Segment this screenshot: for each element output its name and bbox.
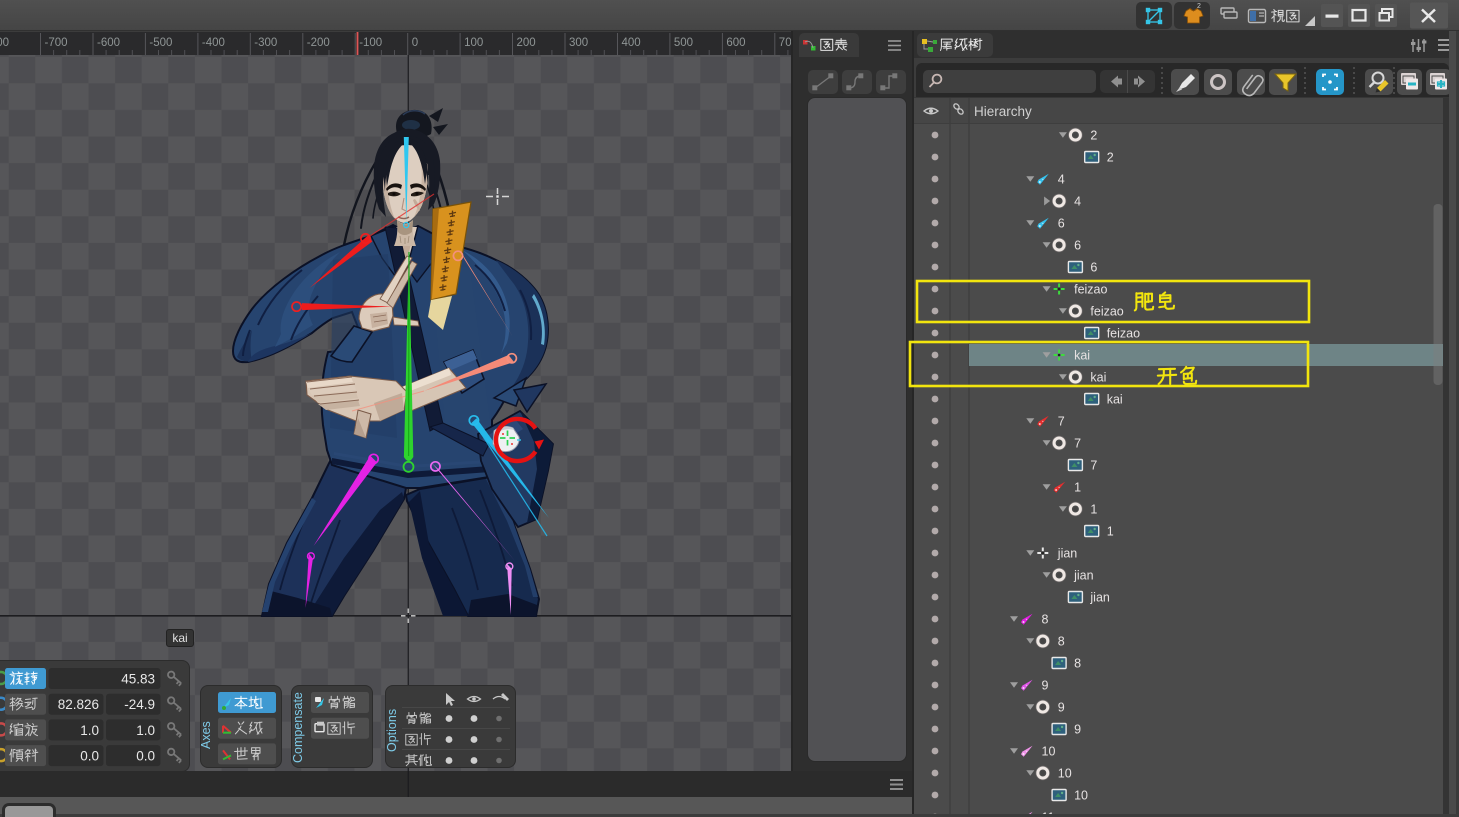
svg-text:-300: -300 [254,37,277,49]
svg-text:jian: jian [1073,569,1094,583]
svg-text:jian: jian [1057,547,1078,561]
svg-text:-500: -500 [149,37,172,49]
svg-text:2: 2 [1107,151,1114,165]
svg-text:-600: -600 [97,37,120,49]
svg-text:200: 200 [517,37,536,49]
svg-text:7: 7 [1090,459,1097,473]
svg-text:0.0: 0.0 [80,749,99,764]
svg-text:9: 9 [1058,701,1065,715]
svg-text:kai: kai [1090,371,1106,385]
svg-text:-200: -200 [307,37,330,49]
svg-text:-24.9: -24.9 [124,697,155,712]
svg-text:8: 8 [1058,635,1065,649]
svg-text:1: 1 [1090,503,1097,517]
svg-text:0: 0 [412,37,418,49]
svg-text:4: 4 [1058,173,1065,187]
svg-text:-700: -700 [45,37,68,49]
svg-text:Axes: Axes [200,721,213,749]
svg-text:feizao: feizao [1107,327,1140,341]
svg-text:1: 1 [1107,525,1114,539]
svg-text:82.826: 82.826 [58,697,99,712]
svg-text:9: 9 [1042,679,1049,693]
svg-text:300: 300 [569,37,588,49]
svg-text:kai: kai [1107,393,1123,407]
svg-text:1.0: 1.0 [80,723,99,738]
svg-text:7: 7 [1074,437,1081,451]
svg-text:1.0: 1.0 [136,723,155,738]
svg-text:2: 2 [1090,129,1097,143]
svg-text:kai: kai [1074,349,1090,363]
svg-text:600: 600 [726,37,745,49]
svg-text:0.0: 0.0 [136,749,155,764]
svg-text:Hierarchy: Hierarchy [974,104,1032,119]
svg-text:6: 6 [1058,217,1065,231]
svg-text:10: 10 [1042,745,1056,759]
svg-text:feizao: feizao [1074,283,1107,297]
svg-text:8: 8 [1074,657,1081,671]
svg-text:jian: jian [1089,591,1110,605]
svg-text:2: 2 [1197,3,1201,10]
svg-text:feizao: feizao [1090,305,1123,319]
svg-text:11: 11 [1042,811,1055,815]
svg-text:700: 700 [779,37,791,49]
svg-text:500: 500 [674,37,693,49]
svg-text:-400: -400 [202,37,225,49]
svg-text:6: 6 [1090,261,1097,275]
svg-text:1: 1 [1074,481,1081,495]
svg-text:-800: -800 [0,37,9,49]
svg-text:Compensate: Compensate [291,692,305,763]
svg-text:45.83: 45.83 [121,672,155,687]
svg-text:-100: -100 [359,37,382,49]
svg-text:10: 10 [1058,767,1072,781]
svg-text:6: 6 [1074,239,1081,253]
svg-text:7: 7 [1058,415,1065,429]
svg-text:9: 9 [1074,723,1081,737]
svg-text:4: 4 [1074,195,1081,209]
svg-text:8: 8 [1042,613,1049,627]
svg-text:Options: Options [385,709,399,752]
svg-text:400: 400 [622,37,641,49]
svg-text:10: 10 [1074,789,1088,803]
svg-text:100: 100 [464,37,483,49]
